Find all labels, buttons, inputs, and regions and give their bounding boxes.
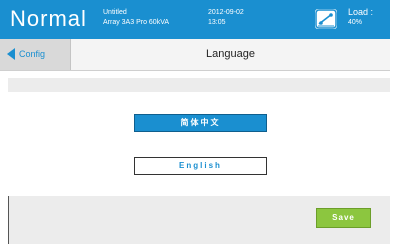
device-info: Untitled Array 3A3 Pro 60kVA xyxy=(103,8,169,28)
date-label: 2012-09-02 xyxy=(208,9,244,16)
back-button-label: Config xyxy=(19,49,46,59)
mode-label: Normal xyxy=(10,6,87,31)
save-button[interactable]: Save xyxy=(316,208,371,228)
load-label: Load : xyxy=(348,7,374,17)
load-value: 40% xyxy=(348,19,363,26)
time-label: 13:05 xyxy=(208,19,226,26)
content-header-band xyxy=(8,78,390,92)
load-readout: Load : 40% xyxy=(348,7,373,28)
load-meter-icon xyxy=(315,9,337,29)
language-option-english[interactable]: English xyxy=(134,157,267,175)
language-option-chinese[interactable]: 简体中文 xyxy=(134,114,267,132)
back-button[interactable]: Config xyxy=(0,39,71,70)
title-bar: Config Language xyxy=(0,39,390,71)
app-screen: Normal Untitled Array 3A3 Pro 60kVA 2012… xyxy=(0,0,405,244)
datetime: 2012-09-02 13:05 xyxy=(208,8,244,28)
page-title: Language xyxy=(206,48,255,60)
back-arrow-icon xyxy=(7,48,15,60)
status-header: Normal Untitled Array 3A3 Pro 60kVA 2012… xyxy=(0,0,390,39)
device-model: Array 3A3 Pro 60kVA xyxy=(103,19,170,26)
device-name: Untitled xyxy=(103,9,127,16)
